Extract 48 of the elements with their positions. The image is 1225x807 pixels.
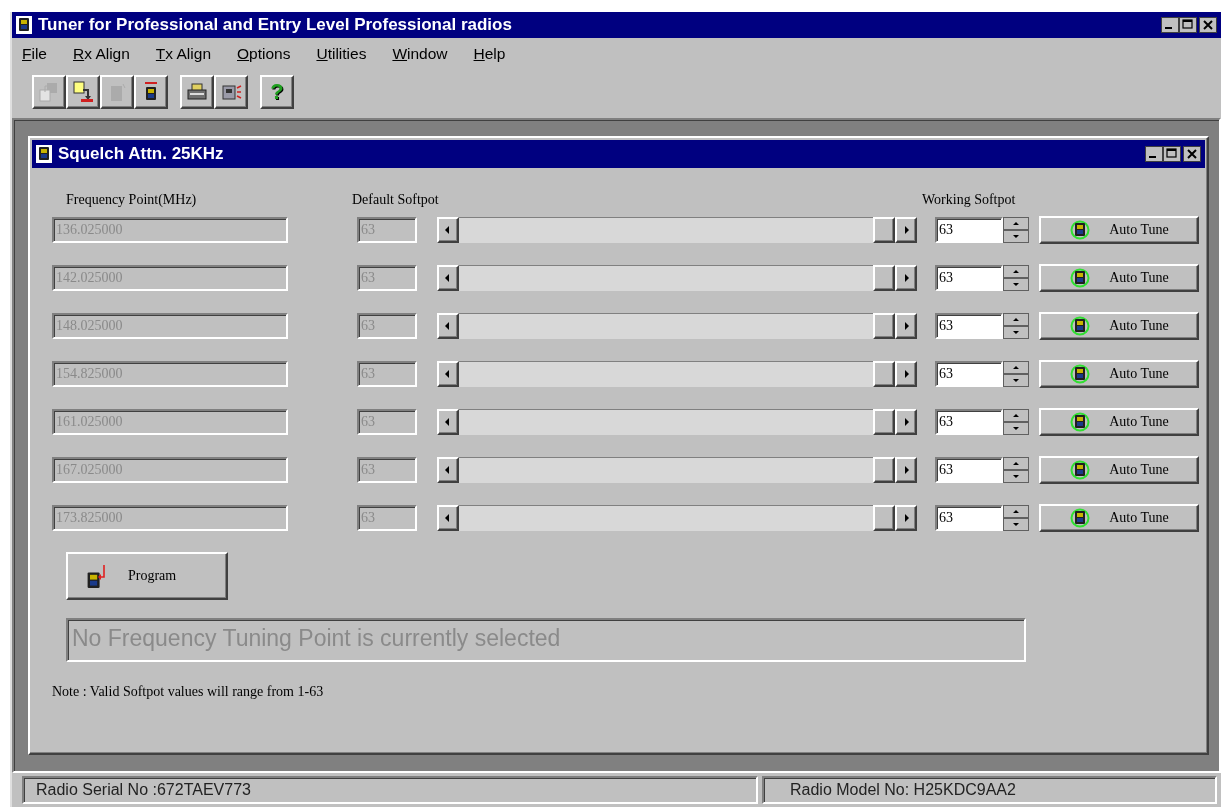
spin-buttons-icon[interactable] bbox=[1003, 409, 1029, 435]
spin-buttons-icon[interactable] bbox=[1003, 313, 1029, 339]
close-icon[interactable] bbox=[1199, 17, 1217, 33]
softpot-scrollbar[interactable] bbox=[437, 217, 917, 243]
softpot-scrollbar[interactable] bbox=[437, 505, 917, 531]
softpot-scrollbar[interactable] bbox=[437, 265, 917, 291]
child-window-title: Squelch Attn. 25KHz bbox=[58, 144, 225, 164]
softpot-scrollbar[interactable] bbox=[437, 313, 917, 339]
menu-item[interactable]: Tx Align bbox=[155, 45, 223, 63]
spin-buttons-icon[interactable] bbox=[1003, 217, 1029, 243]
program-button[interactable]: Program bbox=[66, 552, 228, 600]
spin-buttons-icon[interactable] bbox=[1003, 505, 1029, 531]
toolbar-button[interactable] bbox=[214, 75, 248, 109]
status-bar-field: Radio Serial No :672TAEV773 bbox=[22, 776, 758, 804]
column-header: Frequency Point(MHz) bbox=[66, 192, 198, 209]
document-icon bbox=[71, 80, 95, 104]
softpot-scrollbar[interactable] bbox=[437, 361, 917, 387]
status-bar-field: Radio Model No: H25KDC9AA2 bbox=[762, 776, 1217, 804]
softpot-scrollbar[interactable] bbox=[437, 457, 917, 483]
maximize-icon[interactable] bbox=[1179, 17, 1197, 33]
menu-item[interactable]: Help bbox=[473, 45, 518, 63]
scroll-thumb[interactable] bbox=[873, 361, 895, 387]
menu-item[interactable]: Options bbox=[237, 45, 303, 63]
softpot-scrollbar[interactable] bbox=[437, 409, 917, 435]
scroll-thumb[interactable] bbox=[873, 505, 895, 531]
close-icon[interactable] bbox=[1183, 146, 1201, 162]
note-text: Note : Valid Softpot values will range from 1-63 bbox=[52, 684, 325, 700]
scroll-thumb[interactable] bbox=[873, 217, 895, 243]
menu-item[interactable]: Utilities bbox=[316, 45, 379, 63]
menu-item[interactable]: File bbox=[22, 45, 59, 63]
scroll-thumb[interactable] bbox=[873, 457, 895, 483]
toolbar-button[interactable] bbox=[66, 75, 100, 109]
menu-item[interactable]: Window bbox=[392, 45, 460, 63]
toolbar-button[interactable] bbox=[180, 75, 214, 109]
scroll-thumb[interactable] bbox=[873, 313, 895, 339]
scroll-thumb[interactable] bbox=[873, 265, 895, 291]
minimize-icon[interactable] bbox=[1145, 146, 1163, 162]
toolbar-button[interactable] bbox=[134, 75, 168, 109]
column-header: Working Softpot bbox=[922, 192, 1017, 209]
menu-item[interactable]: Rx Align bbox=[73, 45, 142, 63]
maximize-icon[interactable] bbox=[1163, 146, 1181, 162]
spin-buttons-icon[interactable] bbox=[1003, 361, 1029, 387]
minimize-icon[interactable] bbox=[1161, 17, 1179, 33]
column-header: Default Softpot bbox=[352, 192, 440, 209]
spin-buttons-icon[interactable] bbox=[1003, 457, 1029, 483]
window-title: Tuner for Professional and Entry Level Professional radios bbox=[38, 15, 513, 35]
spin-buttons-icon[interactable] bbox=[1003, 265, 1029, 291]
scroll-thumb[interactable] bbox=[873, 409, 895, 435]
